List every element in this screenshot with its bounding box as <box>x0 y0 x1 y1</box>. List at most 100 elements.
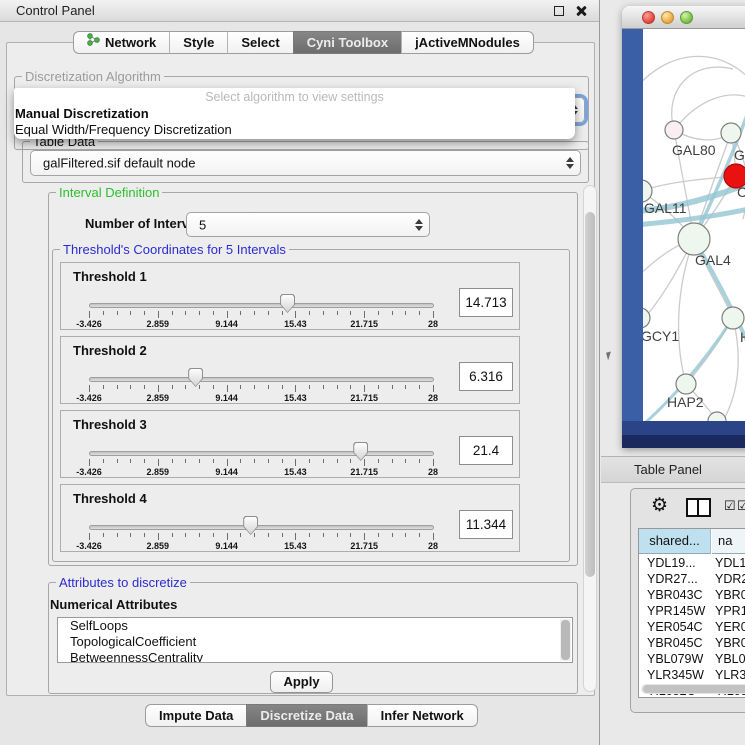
slider-tick <box>227 311 228 318</box>
threshold-coordinates-group-title: Threshold's Coordinates for 5 Intervals <box>60 242 289 257</box>
network-node[interactable] <box>665 121 683 139</box>
threshold-slider-thumb[interactable] <box>280 294 295 313</box>
threshold-slider-track[interactable] <box>89 525 434 530</box>
tab-jactivemnodules[interactable]: jActiveMNodules <box>401 31 534 54</box>
network-edge <box>672 67 733 130</box>
table-row[interactable]: YLR345WYLR345W <box>639 667 745 683</box>
select-all-checkbox-icon2[interactable]: ☑ <box>737 498 745 514</box>
minimize-traffic-light-icon[interactable] <box>661 11 674 24</box>
threshold-value-field[interactable]: 14.713 <box>459 288 513 317</box>
tab-select[interactable]: Select <box>227 31 292 54</box>
column-header-name[interactable]: na <box>712 529 745 554</box>
table-panel-bar[interactable]: Table Panel <box>601 456 745 483</box>
tab-discretize-data[interactable]: Discretize Data <box>246 704 366 727</box>
tab-label: Network <box>105 32 156 54</box>
network-node[interactable] <box>722 307 744 329</box>
table-hscrollbar-thumb[interactable] <box>643 685 745 693</box>
slider-tick-label: 28 <box>428 467 438 477</box>
gear-icon[interactable]: ⚙ <box>651 495 668 517</box>
threshold-slider-track[interactable] <box>89 377 434 382</box>
cell-name: YBR045C <box>715 635 745 651</box>
number-of-intervals-combobox[interactable]: 5 <box>186 212 430 237</box>
cell-shared-name: YBR043C <box>647 587 703 603</box>
slider-tick-label: 21.715 <box>350 393 378 403</box>
node-attribute-table[interactable]: shared... na YDL19...YDL19YDR27...YDR27Y… <box>638 528 745 698</box>
threshold-panel-1: Threshold 1-3.4262.8599.14415.4321.71528… <box>60 262 520 330</box>
network-canvas[interactable]: GAL80GACGAL11GAL4GCY1HHAP2 <box>643 29 745 421</box>
slider-tick-label: -3.426 <box>76 541 102 551</box>
attributes-list-scrollbar[interactable] <box>560 619 571 661</box>
slider-tick <box>172 311 173 315</box>
slider-tick <box>103 385 104 389</box>
slider-tick <box>144 311 145 315</box>
table-row[interactable]: YPR145WYPR145W <box>639 603 745 619</box>
threshold-slider-track[interactable] <box>89 303 434 308</box>
settings-scrollbar[interactable] <box>583 185 597 692</box>
apply-button[interactable]: Apply <box>270 671 333 693</box>
threshold-value-field[interactable]: 21.4 <box>459 436 513 465</box>
threshold-slider-track[interactable] <box>89 451 434 456</box>
slider-tick-label: 9.144 <box>215 467 238 477</box>
table-columns-icon[interactable] <box>686 498 711 517</box>
slider-tick-label: 2.859 <box>147 319 170 329</box>
table-row[interactable]: YBR043C YBR043C <box>639 587 745 603</box>
close-icon[interactable] <box>575 5 587 17</box>
slider-tick <box>392 311 393 315</box>
network-node[interactable] <box>678 223 710 255</box>
control-panel-window: Control Panel Network StyleSelectCyni Too… <box>0 0 600 745</box>
table-row[interactable]: YER054CYER054C <box>639 619 745 635</box>
close-traffic-light-icon[interactable] <box>642 11 655 24</box>
settings-scrollbar-thumb[interactable] <box>585 212 595 577</box>
slider-tick <box>130 533 131 537</box>
algorithm-option-manual-discretization[interactable]: Manual Discretization <box>14 106 575 122</box>
slider-tick <box>117 533 118 537</box>
slider-tick-label: 2.859 <box>147 541 170 551</box>
network-window-titlebar[interactable] <box>622 6 745 29</box>
float-window-icon[interactable] <box>554 6 564 16</box>
tab-impute-data[interactable]: Impute Data <box>145 704 246 727</box>
threshold-slider-thumb[interactable] <box>243 516 258 535</box>
table-horizontal-scrollbar[interactable] <box>641 684 745 694</box>
slider-tick <box>282 459 283 463</box>
slider-tick <box>282 533 283 537</box>
numerical-attributes-list[interactable]: SelfLoopsTopologicalCoefficientBetweenne… <box>57 617 573 663</box>
slider-tick <box>419 385 420 389</box>
slider-tick <box>282 385 283 389</box>
network-node-label: H <box>740 329 745 345</box>
network-node[interactable] <box>676 374 696 394</box>
select-all-checkbox-icon[interactable]: ☑ <box>724 498 736 514</box>
tab-cyni-toolbox[interactable]: Cyni Toolbox <box>293 31 401 54</box>
table-row[interactable]: YBL079WYBL079W <box>639 651 745 667</box>
network-node[interactable] <box>643 308 650 328</box>
tab-network[interactable]: Network <box>73 31 169 54</box>
table-row[interactable]: YDR27...YDR27 <box>639 571 745 587</box>
attribute-item-topologicalcoefficient[interactable]: TopologicalCoefficient <box>58 634 572 650</box>
cell-name: YBR043C <box>715 587 745 603</box>
network-node[interactable] <box>643 180 652 202</box>
table-row[interactable]: YBR045CYBR045C <box>639 635 745 651</box>
algorithm-option-equal-width-frequency-discretization[interactable]: Equal Width/Frequency Discretization <box>14 122 575 138</box>
slider-tick <box>254 311 255 315</box>
tab-style[interactable]: Style <box>169 31 227 54</box>
attribute-item-betweennesscentrality[interactable]: BetweennessCentrality <box>58 650 572 663</box>
network-view-window: GAL80GACGAL11GAL4GCY1HHAP2 <box>622 6 745 448</box>
slider-tick <box>337 533 338 537</box>
threshold-value-field[interactable]: 11.344 <box>459 510 513 539</box>
attribute-item-selfloops[interactable]: SelfLoops <box>58 618 572 634</box>
slider-tick <box>323 459 324 463</box>
control-panel-titlebar[interactable]: Control Panel <box>0 0 599 22</box>
tab-infer-network[interactable]: Infer Network <box>367 704 478 727</box>
network-node[interactable] <box>721 123 741 143</box>
column-header-shared-name[interactable]: shared... <box>639 529 711 554</box>
table-data-combobox[interactable]: galFiltered.sif default node <box>30 150 581 176</box>
threshold-value-field[interactable]: 6.316 <box>459 362 513 391</box>
slider-tick <box>199 459 200 463</box>
threshold-slider-thumb[interactable] <box>188 368 203 387</box>
cell-name: YPR145W <box>715 603 745 619</box>
slider-tick <box>213 533 214 537</box>
threshold-slider-thumb[interactable] <box>353 442 368 461</box>
slider-tick <box>433 385 434 392</box>
network-node-label: GCY1 <box>643 328 679 344</box>
zoom-traffic-light-icon[interactable] <box>680 11 693 24</box>
table-row[interactable]: YDL19...YDL19 <box>639 555 745 571</box>
